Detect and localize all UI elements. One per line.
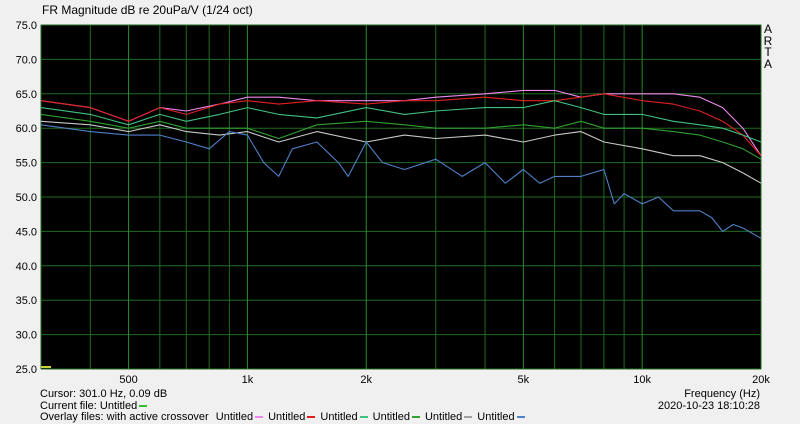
y-tick-label: 25.0 xyxy=(16,364,37,376)
overlay-list: Untitled Untitled Untitled Untitled Untitled… xyxy=(212,411,526,423)
overlay-label: Overlay files: with active crossover xyxy=(40,411,209,423)
x-tick-label: 20k xyxy=(752,374,770,386)
overlay-file-item: Untitled xyxy=(320,411,368,423)
arta-logo: A R T A xyxy=(763,23,773,71)
x-tick-label: 1k xyxy=(242,374,254,386)
overlay-file-label: Untitled xyxy=(477,411,515,423)
overlay-color-swatch xyxy=(255,416,264,419)
frequency-response-plot[interactable]: 25.0 30.0 35.0 40.0 45.0 50.0 55.0 60.0 65.0 70.0… xyxy=(0,0,800,424)
cursor-readout: Cursor: 301.0 Hz, 0.09 dB xyxy=(40,388,168,400)
overlay-file-label: Untitled xyxy=(320,411,358,423)
overlay-file-label: Untitled xyxy=(424,411,463,423)
overlay-file-item: Untitled xyxy=(373,411,421,423)
overlay-file-item: Untitled xyxy=(216,411,264,423)
overlay-file-label: Untitled xyxy=(215,411,254,423)
y-tick-label: 70.0 xyxy=(16,54,37,66)
y-tick-label: 45.0 xyxy=(16,226,37,238)
overlay-color-swatch xyxy=(307,416,316,419)
overlay-color-swatch xyxy=(359,416,368,419)
y-tick-label: 65.0 xyxy=(16,89,37,101)
overlay-color-swatch xyxy=(516,416,525,419)
y-tick-label: 75.0 xyxy=(16,20,37,32)
overlay-file-item: Untitled xyxy=(268,411,316,423)
overlay-color-swatch xyxy=(411,416,420,419)
overlay-color-swatch xyxy=(464,416,473,419)
x-tick-label: 10k xyxy=(633,374,651,386)
y-tick-label: 35.0 xyxy=(16,295,37,307)
overlay-file-label: Untitled xyxy=(268,411,306,423)
current-file-swatch xyxy=(139,405,148,408)
y-tick-label: 40.0 xyxy=(16,261,37,273)
overlay-files: Overlay files: with active crossover Unt… xyxy=(40,411,526,423)
y-tick-label: 55.0 xyxy=(16,158,37,170)
x-tick-label: 2k xyxy=(360,374,372,386)
x-tick-label: 5k xyxy=(518,374,530,386)
logo-letter: A xyxy=(763,56,772,71)
overlay-file-label: Untitled xyxy=(372,411,410,423)
y-tick-label: 30.0 xyxy=(16,330,37,342)
y-tick-label: 50.0 xyxy=(16,192,37,204)
x-axis-label: Frequency (Hz) xyxy=(684,388,760,400)
overlay-file-item: Untitled xyxy=(425,411,473,423)
y-tick-label: 60.0 xyxy=(16,123,37,135)
datetime: 2020-10-23 18:10:28 xyxy=(657,400,760,412)
x-tick-label: 500 xyxy=(119,374,137,386)
overlay-file-item: Untitled xyxy=(477,411,525,423)
